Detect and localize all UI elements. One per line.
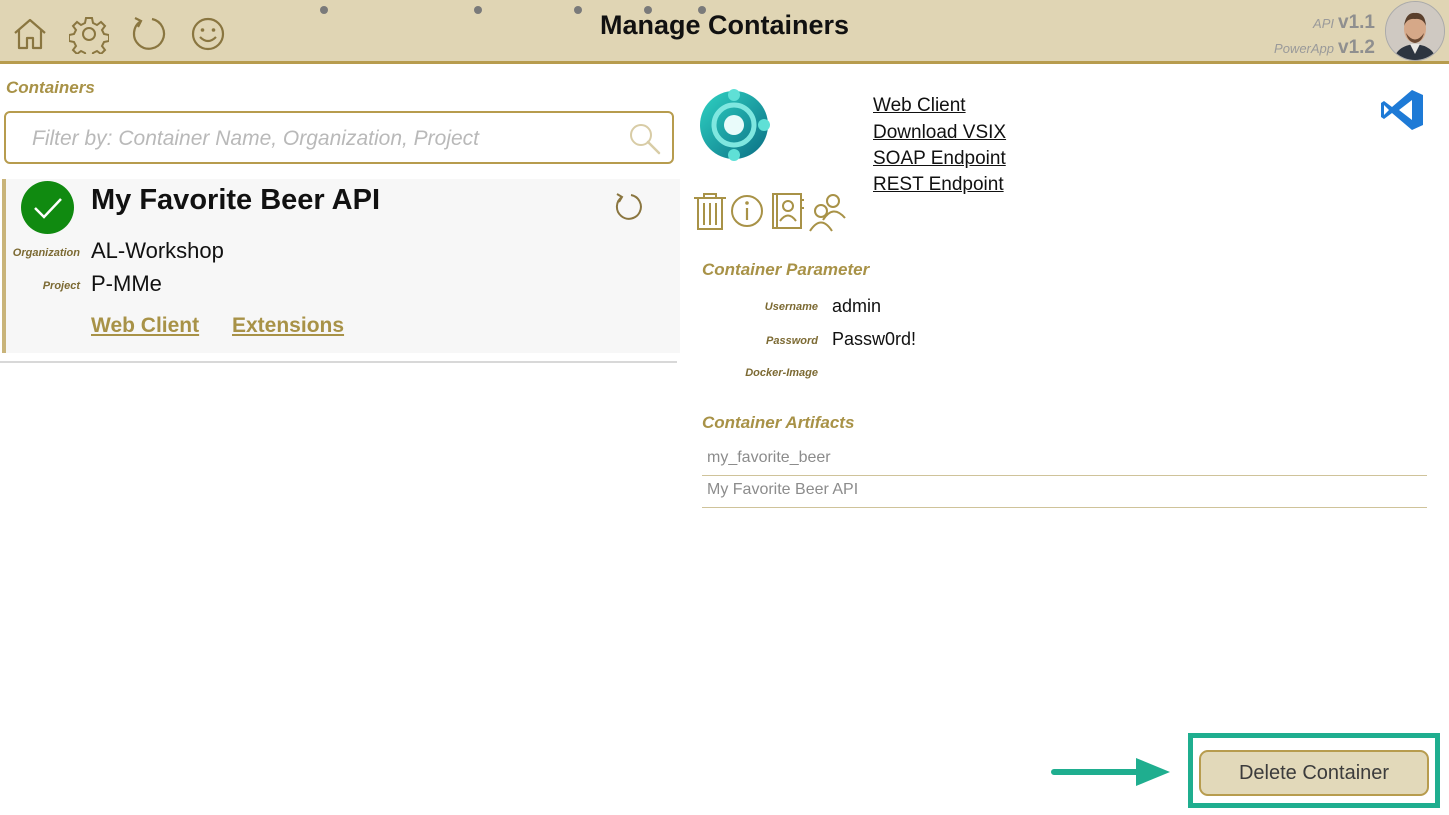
info-icon[interactable] xyxy=(727,190,767,232)
password-value: Passw0rd! xyxy=(832,329,917,349)
filter-box xyxy=(4,111,674,164)
containers-section-label: Containers xyxy=(6,78,95,97)
username-label: Username xyxy=(764,301,818,313)
business-central-logo xyxy=(700,89,770,161)
refresh-icon[interactable] xyxy=(128,14,168,54)
container-name: My Favorite Beer API xyxy=(91,184,381,216)
organization-value: AL-Workshop xyxy=(91,238,224,263)
artifact-item: my_favorite_beer xyxy=(702,444,1427,476)
vscode-icon[interactable] xyxy=(1379,88,1425,132)
project-value: P-MMe xyxy=(91,271,162,296)
filter-input[interactable] xyxy=(30,123,614,155)
search-icon[interactable] xyxy=(628,122,662,156)
rest-endpoint-link[interactable]: REST Endpoint xyxy=(873,174,1004,196)
gear-icon[interactable] xyxy=(68,14,110,59)
card-divider xyxy=(0,361,677,363)
password-label: Password xyxy=(766,335,818,347)
soap-endpoint-link[interactable]: SOAP Endpoint xyxy=(873,148,1006,170)
contact-book-icon[interactable] xyxy=(767,190,807,232)
smiley-icon[interactable] xyxy=(188,14,228,54)
username-value: admin xyxy=(832,296,882,316)
api-version: API v1.1 xyxy=(1313,12,1375,33)
trash-icon[interactable] xyxy=(690,190,730,232)
avatar[interactable] xyxy=(1385,1,1445,61)
delete-container-button[interactable]: Delete Container xyxy=(1199,750,1429,796)
docker-image-label: Docker-Image xyxy=(745,367,818,379)
status-check-icon xyxy=(21,181,74,234)
artifact-item: My Favorite Beer API xyxy=(702,476,1427,508)
web-client-link[interactable]: Web Client xyxy=(873,95,966,117)
home-icon[interactable] xyxy=(10,14,50,54)
container-refresh-icon[interactable] xyxy=(611,190,645,224)
project-label: Project xyxy=(42,280,80,292)
powerapp-version: PowerApp v1.2 xyxy=(1274,37,1375,58)
organization-label: Organization xyxy=(12,247,80,259)
container-artifacts-label: Container Artifacts xyxy=(702,413,855,432)
app-header: Manage Containers API v1.1 PowerApp v1.2 xyxy=(0,0,1449,64)
container-parameter-label: Container Parameter xyxy=(702,260,870,279)
download-vsix-link[interactable]: Download VSIX xyxy=(873,122,1006,144)
arrow-pointer-icon xyxy=(1051,758,1170,786)
card-web-client-link[interactable]: Web Client xyxy=(91,314,199,338)
users-icon[interactable] xyxy=(808,190,848,232)
card-extensions-link[interactable]: Extensions xyxy=(232,314,344,338)
